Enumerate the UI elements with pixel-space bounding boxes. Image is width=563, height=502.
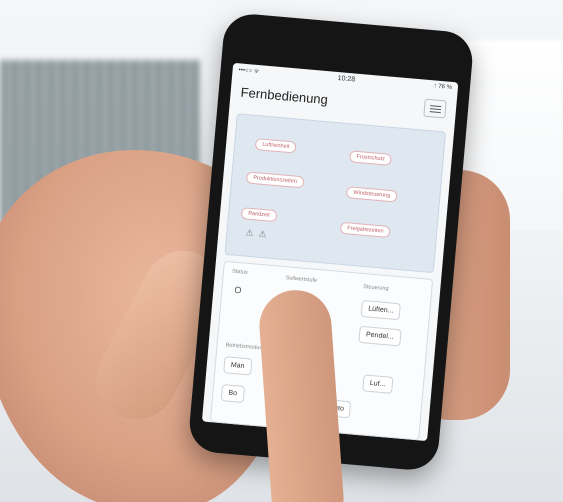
app-title: Fernbedienung bbox=[240, 84, 329, 107]
control-label: Steuerung bbox=[362, 283, 389, 293]
scene-chip[interactable]: Randzeit bbox=[240, 207, 278, 223]
mode-section-label: Betriebsmodus bbox=[225, 342, 263, 352]
status-time: 10:28 bbox=[337, 74, 356, 83]
scene-chip[interactable]: Frostschutz bbox=[349, 150, 393, 166]
photo-scene: •••○○ ᯤ 10:28 ↑ 76 % Fernbedienung Luftr… bbox=[0, 0, 563, 502]
mode-air-button[interactable]: Luf... bbox=[362, 374, 394, 394]
scene-chip[interactable]: Luftreinheit bbox=[254, 138, 297, 154]
scene-chip[interactable]: Produktionszeiten bbox=[245, 171, 305, 189]
ventilate-button[interactable]: Lüften... bbox=[360, 299, 402, 321]
scene-chip[interactable]: Freigabezeiten bbox=[339, 221, 391, 239]
setpoint-label: Sollwertstufe bbox=[285, 275, 318, 284]
scene-chip[interactable]: Windsteuerung bbox=[345, 186, 398, 203]
warning-icon: ⚠⚠ bbox=[245, 227, 272, 240]
battery-indicator: ↑ 76 % bbox=[433, 83, 453, 91]
signal-indicator: •••○○ ᯤ bbox=[238, 67, 260, 76]
scenes-panel: Luftreinheit Frostschutz Produktionszeit… bbox=[224, 113, 447, 274]
status-label: Status bbox=[231, 268, 248, 276]
pendulum-button[interactable]: Pendel... bbox=[358, 325, 402, 347]
power-icon[interactable]: O bbox=[234, 285, 242, 296]
mode-boost-button[interactable]: Bo bbox=[220, 384, 245, 403]
mode-manual-button[interactable]: Man bbox=[223, 356, 253, 376]
menu-icon[interactable] bbox=[423, 98, 447, 119]
